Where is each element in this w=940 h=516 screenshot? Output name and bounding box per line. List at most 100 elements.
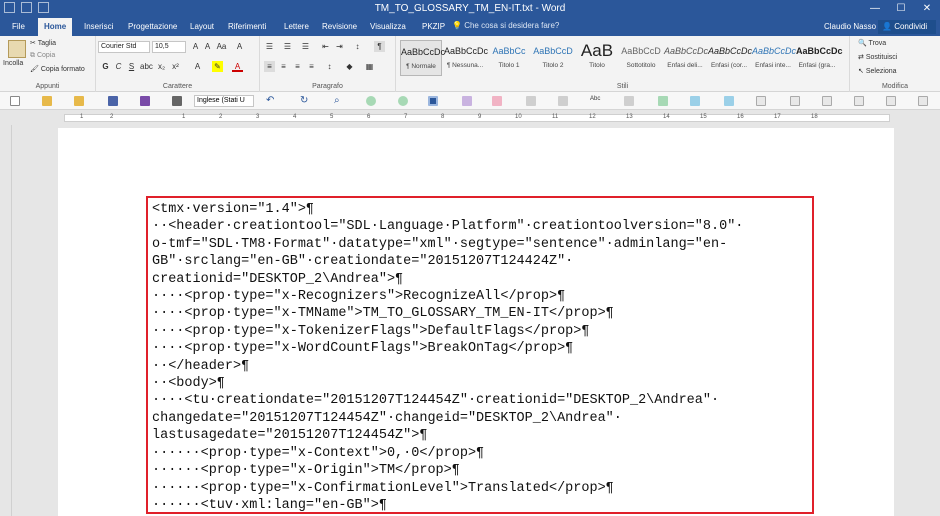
sort-icon[interactable]: ↕: [352, 41, 363, 52]
bullets-icon[interactable]: ☰: [264, 41, 275, 52]
save-disk-icon[interactable]: [108, 96, 118, 106]
tab-progettazione[interactable]: Progettazione: [122, 18, 183, 36]
tab-revisione[interactable]: Revisione: [316, 18, 363, 36]
document-line[interactable]: lastusagedate="20151207T124454Z">¶: [152, 427, 808, 444]
document-line[interactable]: o-tmf="SDL·TM8·Format"·datatype="xml"·se…: [152, 236, 808, 253]
zoom-icon[interactable]: ⌕: [334, 96, 344, 106]
document-line[interactable]: ··<header·creationtool="SDL·Language·Pla…: [152, 218, 808, 235]
horizontal-ruler[interactable]: 1 2 1 2 3 4 5 6 7 8 9 10 11 12 13 14 15 …: [0, 111, 940, 125]
close-button[interactable]: ✕: [914, 0, 940, 18]
tab-file[interactable]: File: [6, 18, 31, 36]
decrease-indent-icon[interactable]: ⇤: [320, 41, 331, 52]
style-enfasi-grassetto[interactable]: AaBbCcDc Enfasi (gra...: [796, 40, 843, 76]
select-button[interactable]: ↖ Seleziona: [858, 67, 897, 75]
document-line[interactable]: ····<prop·type="x-TokenizerFlags">Defaul…: [152, 323, 808, 340]
page-icon[interactable]: [756, 96, 766, 106]
style-enfasi-intensa[interactable]: AaBbCcDc Enfasi inte...: [752, 40, 796, 76]
find-button[interactable]: 🔍 Trova: [858, 39, 886, 47]
document-line[interactable]: ····<prop·type="x-TMName">TM_TO_GLOSSARY…: [152, 305, 808, 322]
increase-indent-icon[interactable]: ⇥: [334, 41, 345, 52]
layout-icon[interactable]: [624, 96, 634, 106]
text-effects-icon[interactable]: A: [192, 61, 203, 72]
document-line[interactable]: ····<tu·creationdate="20151207T124454Z"·…: [152, 392, 808, 409]
superscript-icon[interactable]: x²: [170, 61, 181, 72]
image-icon[interactable]: [492, 96, 502, 106]
paste-icon[interactable]: [8, 40, 26, 58]
underline-button[interactable]: S: [126, 61, 137, 72]
paste-button[interactable]: Incolla: [3, 60, 23, 67]
document-line[interactable]: ····<prop·type="x-Recognizers">Recognize…: [152, 288, 808, 305]
document-line[interactable]: <tmx·version="1.4">¶: [152, 201, 808, 218]
subscript-icon[interactable]: x₂: [156, 61, 167, 72]
vertical-ruler[interactable]: [0, 125, 12, 516]
borders-icon[interactable]: ▦: [364, 61, 375, 72]
tab-lettere[interactable]: Lettere: [278, 18, 315, 36]
table-icon[interactable]: [526, 96, 536, 106]
align-right-icon[interactable]: ≡: [292, 61, 303, 72]
copy-button[interactable]: ⧉ Copia: [30, 52, 55, 60]
italic-button[interactable]: C: [113, 61, 124, 72]
split-icon[interactable]: [886, 96, 896, 106]
tab-riferimenti[interactable]: Riferimenti: [222, 18, 272, 36]
active-mode-icon[interactable]: [428, 96, 438, 106]
format-painter-button[interactable]: 🖌 Copia formato: [30, 65, 85, 73]
columns-icon[interactable]: [558, 96, 568, 106]
save-as-icon[interactable]: [140, 96, 150, 106]
circle-icon[interactable]: [398, 96, 408, 106]
tab-layout[interactable]: Layout: [184, 18, 220, 36]
style-nessuna[interactable]: AaBbCcDc ¶ Nessuna...: [444, 40, 488, 76]
line-spacing-icon[interactable]: ↕: [324, 61, 335, 72]
replace-button[interactable]: ⇄ Sostituisci: [858, 53, 897, 61]
document-line[interactable]: ··</header>¶: [152, 358, 808, 375]
font-color-icon[interactable]: A: [232, 61, 243, 72]
clear-format-icon[interactable]: A: [234, 41, 245, 52]
align-left-icon[interactable]: ≡: [264, 61, 275, 72]
justify-icon[interactable]: ≡: [306, 61, 317, 72]
frame-icon[interactable]: [462, 96, 472, 106]
cut-button[interactable]: ✂ Taglia: [30, 39, 56, 47]
highlight-icon[interactable]: ✎: [212, 61, 223, 72]
font-family-select[interactable]: Courier Std: [98, 41, 150, 53]
green-frame-icon[interactable]: [658, 96, 668, 106]
window-icon[interactable]: [918, 96, 928, 106]
tell-me-search[interactable]: 💡 Che cosa si desidera fare?: [452, 21, 559, 30]
shading-icon[interactable]: ◆: [344, 61, 355, 72]
user-name[interactable]: Claudio Nasso: [824, 22, 876, 31]
document-line[interactable]: ······<prop·type="x-Context">0,·0</prop>…: [152, 445, 808, 462]
document-line[interactable]: ····<prop·type="x-WordCountFlags">BreakO…: [152, 340, 808, 357]
document-page[interactable]: <tmx·version="1.4">¶ ··<header·creationt…: [58, 128, 894, 516]
document-line[interactable]: GB"·srclang="en-GB"·creationdate="201512…: [152, 253, 808, 270]
language-select[interactable]: Inglese (Stati U: [194, 95, 254, 107]
new-document-icon[interactable]: [10, 96, 20, 106]
share-button[interactable]: 👤 Condividi: [878, 20, 936, 34]
minimize-button[interactable]: —: [862, 0, 888, 18]
thumbnail-icon[interactable]: [854, 96, 864, 106]
style-sottotitolo[interactable]: AaBbCcD Sottotitolo: [620, 40, 662, 76]
pilcrow-icon[interactable]: ¶: [374, 41, 385, 52]
bold-button[interactable]: G: [100, 61, 111, 72]
blue-frame-icon[interactable]: [690, 96, 700, 106]
maximize-button[interactable]: ☐: [888, 0, 914, 18]
tab-pkzip[interactable]: PKZIP: [416, 18, 451, 36]
tab-inserisci[interactable]: Inserisci: [78, 18, 119, 36]
align-center-icon[interactable]: ≡: [278, 61, 289, 72]
undo-arrow-icon[interactable]: ↶: [266, 96, 276, 106]
font-size-select[interactable]: 10,5: [152, 41, 186, 53]
open-folder-icon[interactable]: [42, 96, 52, 106]
style-titolo[interactable]: AaB Titolo: [576, 40, 618, 76]
grow-font-icon[interactable]: A: [190, 41, 201, 52]
style-titolo2[interactable]: AaBbCcD Titolo 2: [532, 40, 574, 76]
style-enfasi-corsivo[interactable]: AaBbCcDc Enfasi (cor...: [708, 40, 752, 76]
multilevel-list-icon[interactable]: ☰: [300, 41, 311, 52]
view-icon[interactable]: [790, 96, 800, 106]
document-line[interactable]: creationid="DESKTOP_2\Andrea">¶: [152, 271, 808, 288]
green-circle-icon[interactable]: [366, 96, 376, 106]
folder-icon[interactable]: [74, 96, 84, 106]
doc-map-icon[interactable]: [822, 96, 832, 106]
change-case-icon[interactable]: Aa: [216, 41, 227, 52]
print-icon[interactable]: [172, 96, 182, 106]
tab-home[interactable]: Home: [38, 18, 73, 36]
document-line[interactable]: ······<prop·type="x-Origin">TM</prop>¶: [152, 462, 808, 479]
document-line[interactable]: changedate="20151207T124454Z"·changeid="…: [152, 410, 808, 427]
style-normale[interactable]: AaBbCcDc ¶ Normale: [400, 40, 445, 76]
